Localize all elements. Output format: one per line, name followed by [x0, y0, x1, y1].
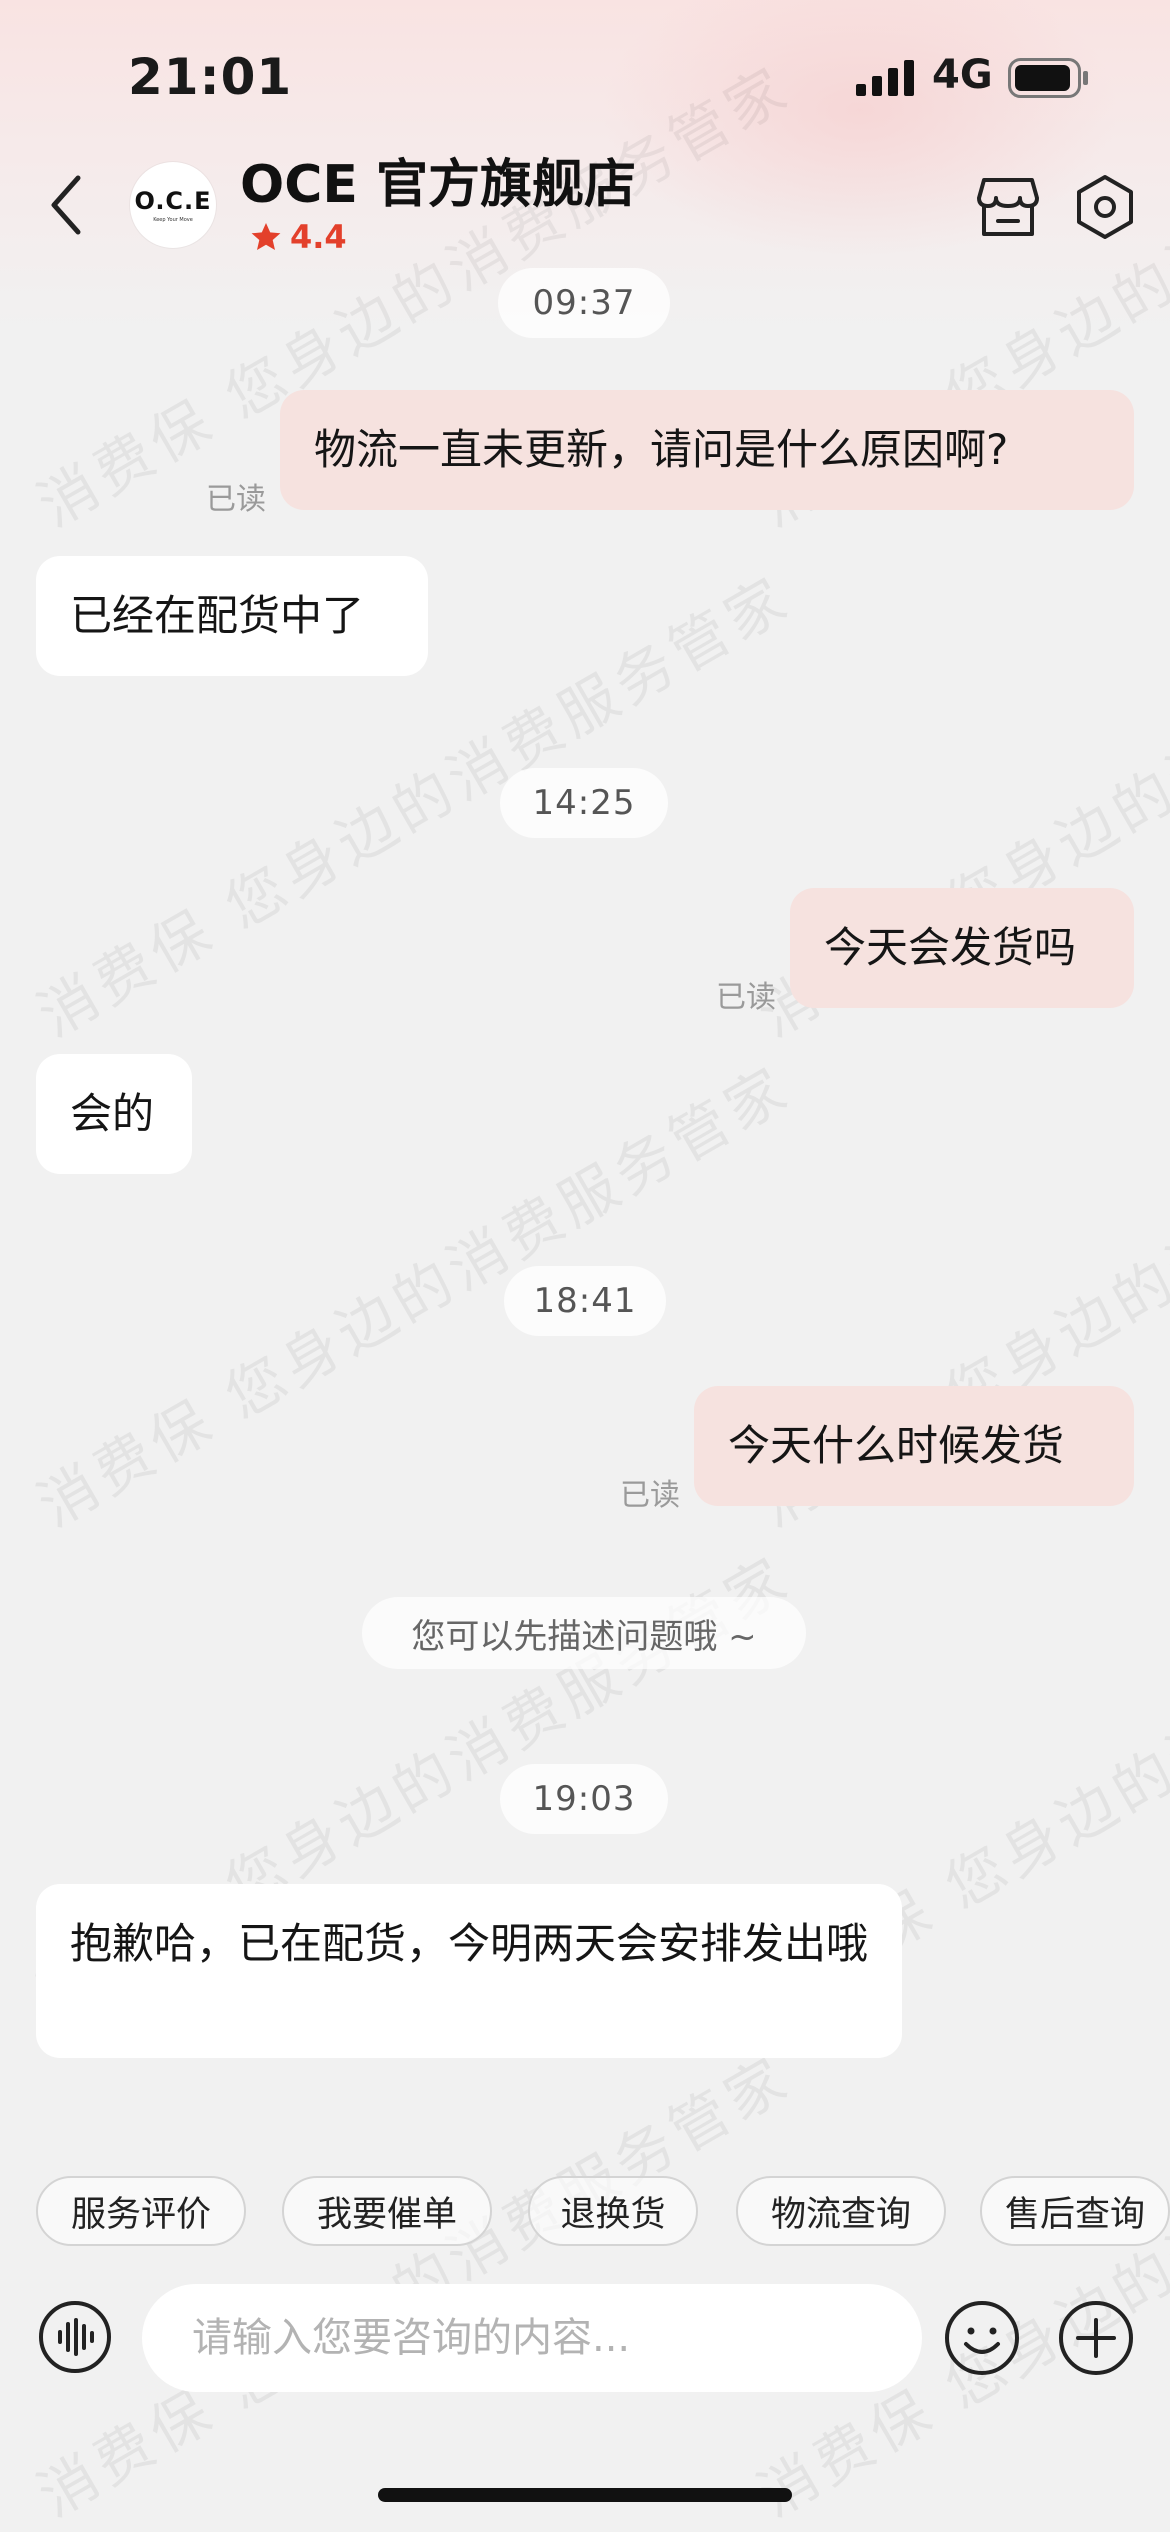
message-timestamp: 09:37	[498, 268, 670, 338]
message-timestamp: 14:25	[500, 768, 668, 838]
incoming-message[interactable]: 会的	[36, 1054, 192, 1174]
plus-icon[interactable]	[1058, 2300, 1134, 2376]
quick-reply-return-exchange[interactable]: 退换货	[528, 2176, 698, 2246]
watermark-text: 消费保 您身边的消费服务管家	[26, 2043, 803, 2531]
status-time: 21:01	[128, 48, 293, 106]
signal-icon	[856, 60, 914, 96]
outgoing-message[interactable]: 物流一直未更新，请问是什么原因啊?	[280, 390, 1134, 510]
avatar-logo-sub: Keep Your Move	[153, 217, 193, 223]
incoming-message[interactable]: 已经在配货中了	[36, 556, 428, 676]
quick-reply-urge-order[interactable]: 我要催单	[282, 2176, 492, 2246]
battery-icon	[1008, 58, 1088, 98]
avatar-logo: O.C.E	[134, 187, 212, 215]
quick-reply-after-sales[interactable]: 售后查询	[980, 2176, 1170, 2246]
quick-reply-logistics[interactable]: 物流查询	[736, 2176, 946, 2246]
watermark-text: 消费保 您身边的消费服务管家	[746, 2043, 1170, 2531]
read-status: 已读	[620, 1478, 680, 1513]
network-type: 4G	[932, 52, 993, 98]
message-input-container[interactable]	[142, 2284, 922, 2392]
shop-name[interactable]: OCE 官方旗舰店	[240, 142, 636, 217]
shop-avatar[interactable]: O.C.E Keep Your Move	[130, 162, 216, 248]
emoji-icon[interactable]	[944, 2300, 1020, 2376]
message-timestamp: 19:03	[500, 1764, 668, 1834]
settings-hexagon-icon[interactable]	[1074, 174, 1136, 240]
read-status: 已读	[206, 482, 266, 517]
outgoing-message[interactable]: 今天什么时候发货	[694, 1386, 1134, 1506]
voice-icon[interactable]	[38, 2300, 112, 2374]
incoming-message[interactable]: 抱歉哈，已在配货，今明两天会安排发出哦	[36, 1884, 902, 2058]
system-hint: 您可以先描述问题哦 ~	[362, 1597, 806, 1669]
home-indicator	[378, 2488, 792, 2502]
chevron-left-icon[interactable]	[40, 170, 96, 240]
rating-value: 4.4	[290, 218, 347, 256]
read-status: 已读	[716, 980, 776, 1015]
message-input[interactable]	[192, 2315, 872, 2361]
star-icon	[251, 223, 281, 250]
outgoing-message[interactable]: 今天会发货吗	[790, 888, 1134, 1008]
shop-rating: 4.4	[250, 218, 347, 256]
store-icon[interactable]	[976, 176, 1040, 238]
message-timestamp: 18:41	[504, 1266, 666, 1336]
quick-reply-service-review[interactable]: 服务评价	[36, 2176, 246, 2246]
